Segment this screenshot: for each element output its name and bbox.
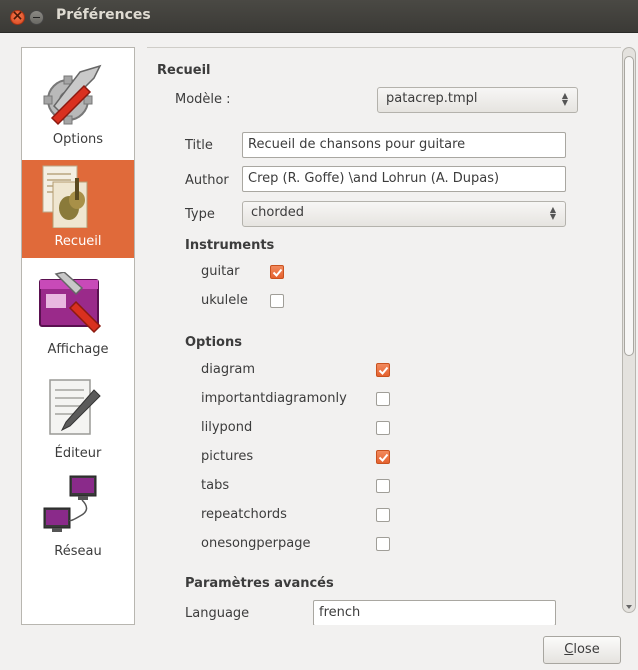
window-close-icon[interactable] xyxy=(10,8,25,25)
title-field[interactable]: Recueil de chansons pour guitare xyxy=(242,132,566,158)
ukulele-checkbox[interactable] xyxy=(270,294,284,308)
affichage-icon xyxy=(39,272,102,334)
ukulele-label: ukulele xyxy=(201,293,248,308)
importantdiagramonly-checkbox[interactable] xyxy=(376,392,390,406)
option-label-lilypond: lilypond xyxy=(201,420,253,435)
diagram-checkbox[interactable] xyxy=(376,363,390,377)
spin-arrows-icon: ▲ ▼ xyxy=(561,91,568,107)
onesongperpage-checkbox[interactable] xyxy=(376,537,390,551)
option-label-importantdiagramonly: importantdiagramonly xyxy=(201,391,347,406)
editeur-icon xyxy=(49,379,101,435)
sidebar-item-label: Affichage xyxy=(47,342,109,357)
sidebar-item-label: Éditeur xyxy=(54,446,102,461)
option-label-repeatchords: repeatchords xyxy=(201,507,287,522)
guitar-label: guitar xyxy=(201,264,240,279)
sidebar-item-recueil[interactable]: Recueil xyxy=(22,160,134,258)
type-select-value: chorded xyxy=(251,205,304,220)
section-title-recueil: Recueil xyxy=(157,63,211,78)
lilypond-checkbox[interactable] xyxy=(376,421,390,435)
tabs-checkbox[interactable] xyxy=(376,479,390,493)
title-label: Title xyxy=(185,138,213,153)
window-minimize-icon[interactable] xyxy=(29,10,44,25)
options-icon xyxy=(43,64,102,126)
model-label: Modèle : xyxy=(175,92,231,107)
window-title: Préférences xyxy=(56,7,151,23)
recueil-panel: Recueil Modèle : patacrep.tmpl ▲ ▼ Title … xyxy=(147,47,621,625)
close-button[interactable]: Close xyxy=(543,636,621,664)
option-label-tabs: tabs xyxy=(201,478,230,493)
scroll-down-arrow-icon[interactable] xyxy=(626,605,632,609)
close-button-mnemonic: C xyxy=(564,642,574,657)
title-bar: Préférences xyxy=(0,0,638,33)
language-label: Language xyxy=(185,606,250,621)
guitar-checkbox[interactable] xyxy=(270,265,284,279)
sidebar-item-options[interactable]: Options xyxy=(22,56,134,156)
option-label-onesongperpage: onesongperpage xyxy=(201,536,311,551)
author-label: Author xyxy=(185,173,229,188)
section-title-instruments: Instruments xyxy=(185,238,275,253)
author-field[interactable]: Crep (R. Goffe) \and Lohrun (A. Dupas) xyxy=(242,166,566,192)
model-select[interactable]: patacrep.tmpl ▲ ▼ xyxy=(377,87,578,113)
vertical-scrollbar[interactable] xyxy=(622,47,636,613)
pictures-checkbox[interactable] xyxy=(376,450,390,464)
section-title-advanced: Paramètres avancés xyxy=(185,576,334,591)
recueil-icon xyxy=(42,165,88,228)
language-field[interactable]: french xyxy=(313,600,556,625)
option-label-diagram: diagram xyxy=(201,362,256,377)
close-button-label: lose xyxy=(573,642,600,657)
sidebar-item-reseau[interactable]: Réseau xyxy=(22,470,134,570)
sidebar-item-label: Réseau xyxy=(54,544,102,559)
model-select-value: patacrep.tmpl xyxy=(386,91,478,106)
scrollbar-thumb[interactable] xyxy=(624,56,634,356)
sidebar: Options Recueil Affichage Éditeur Réseau xyxy=(21,47,135,625)
type-label: Type xyxy=(185,207,215,222)
reseau-icon xyxy=(43,475,97,532)
option-label-pictures: pictures xyxy=(201,449,254,464)
sidebar-item-affichage[interactable]: Affichage xyxy=(22,266,134,366)
sidebar-item-label: Recueil xyxy=(54,234,102,249)
checkmark-icon xyxy=(378,453,389,462)
spin-arrows-icon: ▲ ▼ xyxy=(549,205,556,221)
repeatchords-checkbox[interactable] xyxy=(376,508,390,522)
sidebar-item-label: Options xyxy=(52,132,104,147)
section-title-options: Options xyxy=(185,335,242,350)
checkmark-icon xyxy=(378,366,389,375)
checkmark-icon xyxy=(272,268,283,277)
type-select[interactable]: chorded ▲ ▼ xyxy=(242,201,566,227)
sidebar-item-editeur[interactable]: Éditeur xyxy=(22,372,134,472)
